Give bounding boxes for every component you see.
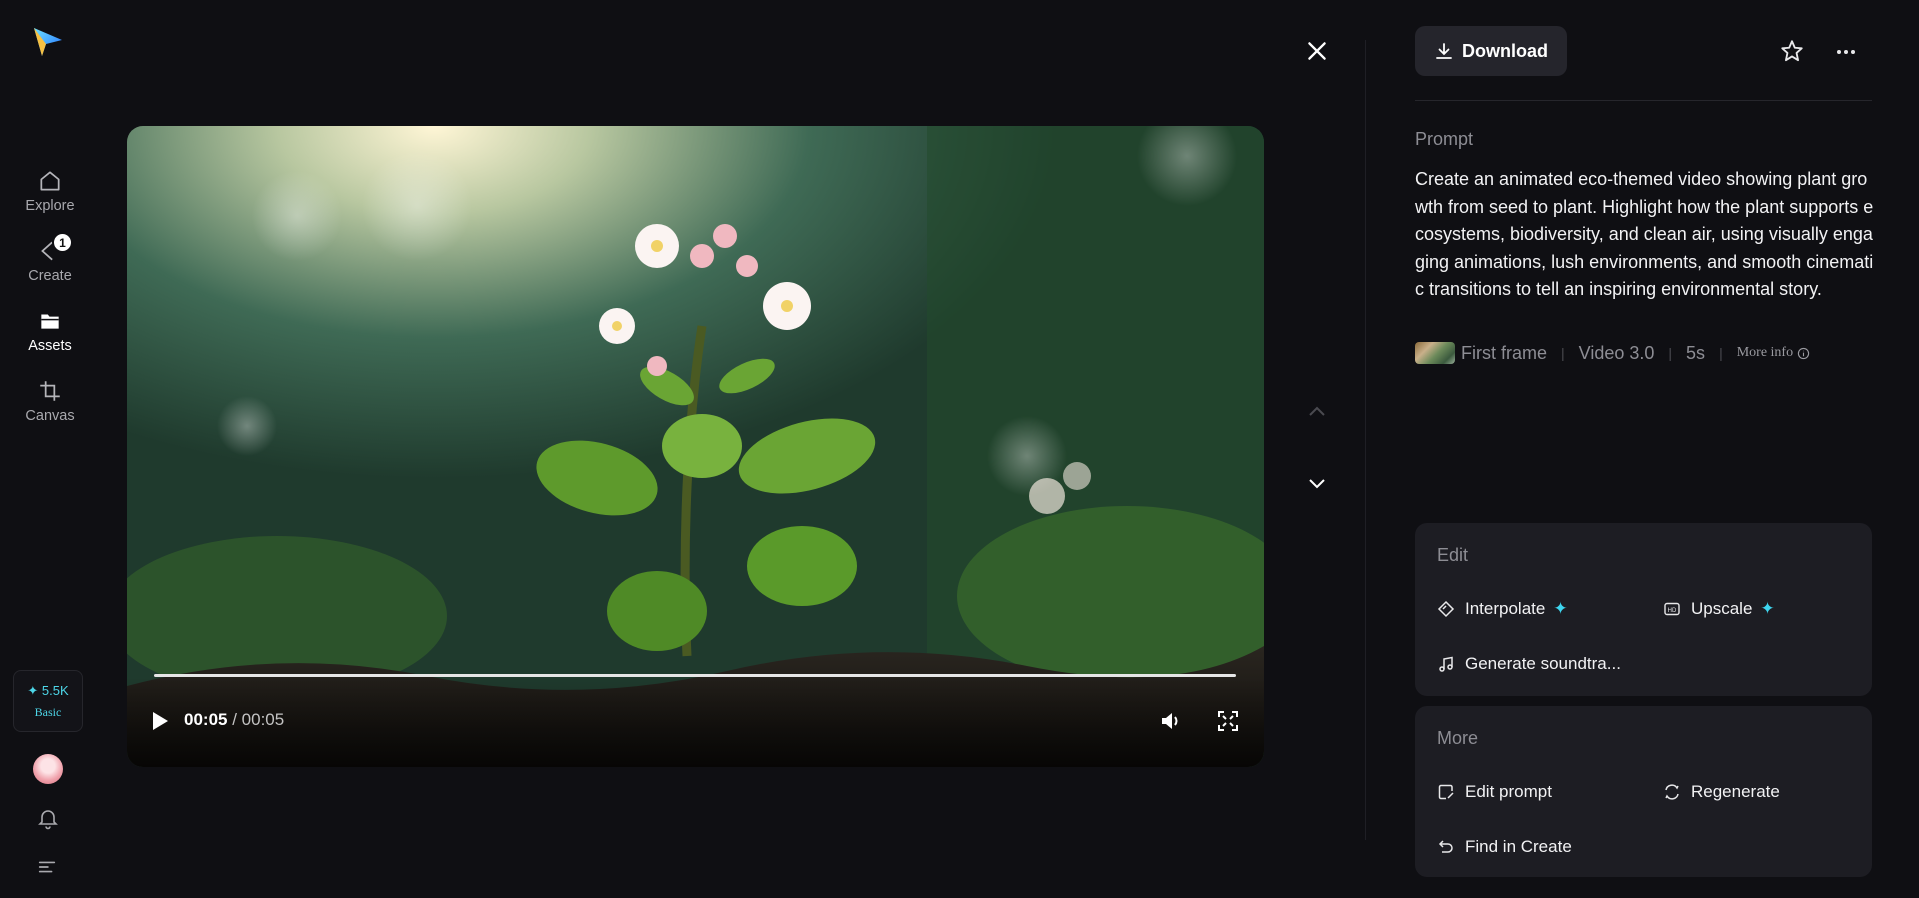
credits-badge[interactable]: ✦ 5.5K Basic	[13, 670, 83, 732]
return-icon	[1438, 840, 1453, 853]
model-label: Video 3.0	[1578, 342, 1655, 363]
duration-time: / 00:05	[232, 710, 285, 729]
sidebar-item-label: Explore	[25, 198, 75, 214]
first-frame-label: First frame	[1461, 342, 1548, 363]
upscale-button[interactable]: HD Upscale ✦	[1663, 599, 1775, 619]
plan-label: Basic	[34, 704, 62, 719]
regenerate-label: Regenerate	[1691, 782, 1780, 801]
more-info-link[interactable]: More info	[1737, 345, 1810, 361]
sidebar-item-explore[interactable]: Explore	[14, 160, 86, 222]
upscale-label: Upscale	[1691, 599, 1753, 618]
regenerate-icon	[1665, 784, 1679, 800]
generation-meta: First frame | Video 3.0 | 5s | More info	[1415, 342, 1810, 364]
sidebar: Explore 1 Create Assets Canvas ✦ 5.5K Ba…	[0, 0, 98, 898]
play-icon[interactable]	[150, 710, 170, 732]
video-player[interactable]: 00:05 / 00:05	[127, 126, 1264, 767]
prompt-text: Create an animated eco-themed video show…	[1415, 169, 1874, 299]
sparkle-icon: ✦	[1553, 599, 1568, 618]
volume-icon[interactable]	[1159, 709, 1183, 733]
sidebar-item-assets[interactable]: Assets	[14, 300, 86, 362]
sidebar-item-label: Canvas	[25, 408, 75, 424]
download-label: Download	[1462, 40, 1548, 61]
notification-badge: 1	[52, 232, 73, 253]
bell-icon[interactable]	[36, 806, 60, 830]
download-icon	[1436, 43, 1452, 59]
find-in-create-button[interactable]: Find in Create	[1437, 837, 1572, 857]
time-display: 00:05 / 00:05	[184, 710, 284, 730]
meta-separator: |	[1561, 345, 1565, 361]
download-button[interactable]: Download	[1415, 26, 1567, 76]
star-icon[interactable]	[1779, 38, 1805, 64]
current-time: 00:05	[184, 710, 228, 729]
info-icon	[1797, 347, 1810, 359]
sparkle-icon: ✦	[1760, 599, 1775, 618]
folder-icon	[41, 314, 59, 329]
sidebar-item-canvas[interactable]: Canvas	[14, 370, 86, 432]
edit-prompt-label: Edit prompt	[1465, 782, 1552, 801]
regenerate-button[interactable]: Regenerate	[1663, 782, 1780, 802]
meta-separator: |	[1719, 345, 1723, 361]
collapse-menu-icon[interactable]	[36, 856, 58, 878]
interpolate-icon	[1437, 600, 1455, 618]
more-options-icon[interactable]	[1834, 40, 1858, 64]
edit-prompt-button[interactable]: Edit prompt	[1437, 782, 1552, 802]
progress-bar[interactable]	[154, 674, 1236, 677]
more-card: More Edit prompt Regenerate Find in Crea…	[1415, 706, 1872, 877]
chevron-down-icon[interactable]	[1305, 471, 1329, 495]
interpolate-label: Interpolate	[1465, 599, 1546, 618]
edit-prompt-icon	[1438, 784, 1454, 800]
panel-divider	[1365, 40, 1366, 840]
more-info-label: More info	[1736, 345, 1794, 360]
chevron-up-icon[interactable]	[1305, 400, 1329, 424]
credits-amount: ✦ 5.5K	[27, 682, 69, 698]
avatar[interactable]	[33, 754, 63, 784]
header-divider	[1415, 100, 1872, 101]
meta-separator: |	[1668, 345, 1673, 361]
prompt-label: Prompt	[1415, 129, 1474, 149]
canvas-icon	[40, 381, 60, 401]
generate-soundtrack-button[interactable]: Generate soundtra...	[1437, 654, 1621, 674]
interpolate-button[interactable]: Interpolate ✦	[1437, 599, 1568, 619]
app-logo-icon[interactable]	[30, 24, 66, 60]
soundtrack-label: Generate soundtra...	[1465, 654, 1621, 673]
duration-label: 5s	[1686, 342, 1706, 363]
close-icon[interactable]	[1304, 38, 1330, 64]
first-frame-thumbnail[interactable]	[1415, 342, 1455, 364]
edit-title: Edit	[1437, 545, 1469, 565]
find-in-create-label: Find in Create	[1465, 837, 1572, 856]
hd-icon: HD	[1664, 602, 1680, 616]
controls-gradient	[127, 677, 1264, 767]
more-title: More	[1437, 728, 1479, 748]
sidebar-item-label: Assets	[28, 338, 72, 354]
home-icon	[40, 171, 60, 191]
sidebar-item-label: Create	[28, 268, 72, 284]
svg-text:HD: HD	[1668, 608, 1677, 614]
edit-card: Edit Interpolate ✦ HD Upscale ✦ Generate…	[1415, 523, 1872, 696]
sidebar-item-create[interactable]: 1 Create	[14, 230, 86, 292]
fullscreen-icon[interactable]	[1217, 710, 1239, 732]
video-frame	[127, 126, 1264, 767]
music-note-icon	[1439, 656, 1453, 672]
